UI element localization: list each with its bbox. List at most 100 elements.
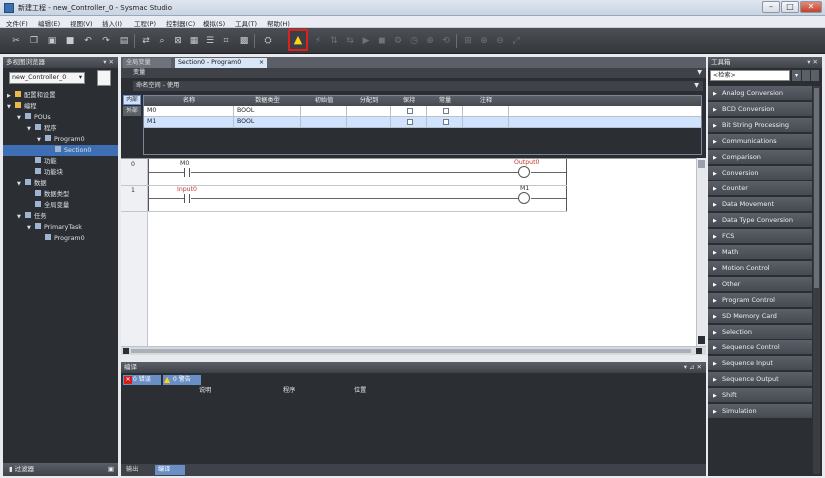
tree-item[interactable]: ▼ 任务 [3, 211, 118, 222]
menu-view[interactable]: 视图(V) [70, 18, 93, 28]
var-name-cell[interactable]: M1 [144, 117, 234, 127]
scroll-right-arrow[interactable] [696, 348, 702, 354]
toolbox-category[interactable]: ▶ Counter [708, 181, 812, 197]
toolbox-category[interactable]: ▶ Communications [708, 133, 812, 149]
maximize-button[interactable]: □ [781, 1, 799, 13]
var-init-cell[interactable] [301, 106, 347, 116]
tree-item[interactable]: ▼ 编程 [3, 101, 118, 112]
toolbox-category[interactable]: ▶ Selection [708, 324, 812, 340]
errors-filter-button[interactable]: ✕ 0 错误 [123, 375, 161, 385]
col-comment[interactable]: 注释 [463, 96, 509, 106]
var-type-cell[interactable]: BOOL [234, 106, 301, 116]
force-icon[interactable]: ⊕ [424, 35, 436, 47]
tree-item[interactable]: ▶ 配置和设置 [3, 90, 118, 101]
var-comment-cell[interactable] [463, 106, 509, 116]
toolbox-category[interactable]: ▶ Data Movement [708, 197, 812, 213]
var-type-cell[interactable]: BOOL [234, 117, 301, 127]
minimize-button[interactable]: – [762, 1, 780, 13]
toolbox-category[interactable]: ▶ Math [708, 245, 812, 260]
list-icon[interactable]: ☰ [204, 35, 216, 47]
col-constant[interactable]: 常量 [427, 96, 463, 106]
pin-icon[interactable]: ▾ ⊿ ✕ [684, 362, 702, 373]
scroll-thumb[interactable] [131, 349, 691, 353]
namespace-bar[interactable]: 命名空间 - 使用 ▼ [133, 81, 703, 91]
scroll-thumb[interactable] [814, 88, 819, 288]
copy-icon[interactable]: ❐ [28, 35, 40, 47]
zoom-out-icon[interactable]: ⊖ [494, 35, 506, 47]
toolbox-category[interactable]: ▶ Analog Conversion [708, 86, 812, 101]
toolbox-category[interactable]: ▶ Other [708, 276, 812, 292]
build-icon[interactable]: ⛭ [262, 35, 274, 47]
controller-icon[interactable] [97, 70, 111, 86]
col-program[interactable]: 程序 [283, 386, 295, 395]
coil-m1[interactable] [518, 192, 530, 204]
tree-item[interactable]: ▼ 程序 [3, 123, 118, 134]
side-tab-internal[interactable]: 内部 [123, 95, 141, 105]
close-button[interactable]: ✕ [800, 1, 822, 13]
menu-edit[interactable]: 编辑(E) [38, 18, 60, 28]
monitor-icon[interactable]: ▩ [238, 35, 250, 47]
tree-item[interactable]: ▼ Program0 [3, 134, 118, 145]
ladder-vertical-scrollbar[interactable] [696, 158, 706, 346]
retain-checkbox[interactable] [407, 119, 413, 125]
filter-bar[interactable]: ▮ 过滤器 ▣ [3, 463, 118, 476]
chevron-down-icon[interactable]: ▼ [694, 81, 699, 91]
compare-icon[interactable]: ⇆ [344, 35, 356, 47]
col-data-type[interactable]: 数据类型 [234, 96, 301, 106]
scroll-thumb[interactable] [698, 160, 705, 168]
save-icon[interactable]: ▤ [118, 35, 130, 47]
toolbox-category[interactable]: ▶ Bit String Processing [708, 117, 812, 133]
constant-checkbox[interactable] [443, 119, 449, 125]
table-row[interactable]: M1 BOOL [144, 117, 701, 128]
undo-icon[interactable]: ↶ [82, 35, 94, 47]
chevron-down-icon[interactable]: ▾ [792, 70, 801, 81]
redo-icon[interactable]: ↷ [100, 35, 112, 47]
zoom-in-icon[interactable]: ⊕ [478, 35, 490, 47]
cut-icon[interactable]: ✂ [10, 35, 22, 47]
tree-item[interactable]: 全局变量 [3, 200, 118, 211]
tree-item[interactable]: Program0 [3, 233, 118, 244]
grid-icon[interactable]: ▦ [188, 35, 200, 47]
tab-section0-program0[interactable]: Section0 - Program0 × [175, 58, 267, 68]
menu-simulation[interactable]: 模拟(S) [203, 18, 225, 28]
scroll-down-arrow[interactable] [698, 336, 705, 344]
var-comment-cell[interactable] [463, 117, 509, 127]
coil-output0[interactable] [518, 166, 530, 178]
toolbox-category[interactable]: ▶ Sequence Input [708, 356, 812, 372]
replace-icon[interactable]: ⊠ [172, 35, 184, 47]
col-initial-value[interactable]: 初始值 [301, 96, 347, 106]
tab-close-icon[interactable]: × [259, 58, 264, 68]
delete-icon[interactable]: ■ [64, 35, 76, 47]
toolbox-category[interactable]: ▶ BCD Conversion [708, 101, 812, 117]
tree-item[interactable]: Section0 [3, 145, 118, 156]
col-description[interactable]: 说明 [199, 386, 211, 395]
warning-button[interactable]: ▲ [288, 29, 308, 51]
search-icon[interactable]: ⌕ [156, 35, 168, 47]
cross-reference-icon[interactable]: ⇄ [140, 35, 152, 47]
toolbox-category[interactable]: ▶ Data Type Conversion [708, 213, 812, 229]
tree-item[interactable]: 数据类型 [3, 189, 118, 200]
pin-icon[interactable]: ▾ ✕ [103, 57, 114, 68]
search-option-icon[interactable] [802, 70, 810, 81]
paste-icon[interactable]: ▣ [46, 35, 58, 47]
no-contact-input0[interactable] [184, 194, 190, 203]
tab-build[interactable]: 编译 [155, 465, 185, 475]
filter-toggle-icon[interactable]: ▣ [108, 463, 114, 476]
menu-help[interactable]: 帮助(H) [267, 18, 290, 28]
constant-checkbox[interactable] [443, 108, 449, 114]
tree-item[interactable]: 功能块 [3, 167, 118, 178]
no-contact-m0[interactable] [184, 168, 190, 177]
toolbox-category[interactable]: ▶ Simulation [708, 404, 812, 419]
tree-item[interactable]: 功能 [3, 156, 118, 167]
toolbox-category[interactable]: ▶ Comparison [708, 149, 812, 165]
tree-item[interactable]: ▼ 数据 [3, 178, 118, 189]
run-mode-icon[interactable]: ▶ [360, 35, 372, 47]
menu-project[interactable]: 工程(P) [134, 18, 156, 28]
toolbox-scrollbar[interactable] [813, 86, 820, 474]
var-assign-cell[interactable] [347, 106, 391, 116]
tab-output[interactable]: 输出 [123, 465, 153, 475]
toolbox-category[interactable]: ▶ SD Memory Card [708, 308, 812, 324]
collapse-icon[interactable]: ▼ [697, 68, 702, 78]
scroll-left-arrow[interactable] [123, 348, 129, 354]
col-retain[interactable]: 保持 [391, 96, 427, 106]
